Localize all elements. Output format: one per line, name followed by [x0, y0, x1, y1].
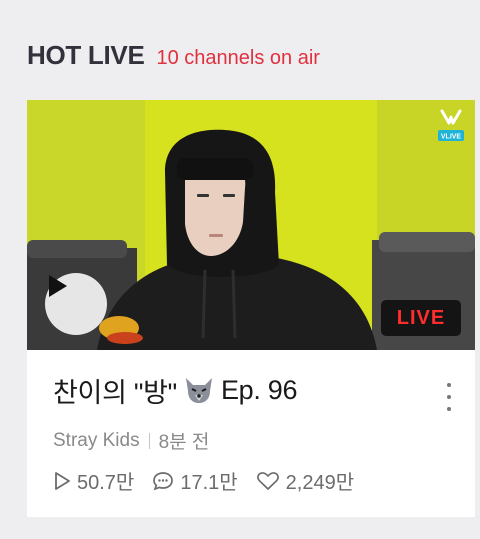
- section-title: HOT LIVE: [27, 40, 145, 70]
- comment-count: 17.1만: [152, 466, 238, 495]
- video-title-suffix: Ep. 96: [220, 374, 298, 405]
- comment-count-value: 17.1만: [180, 472, 238, 494]
- more-dot-icon: [447, 395, 451, 399]
- more-dot-icon: [447, 383, 451, 387]
- play-count: 50.7만: [53, 466, 134, 495]
- video-title[interactable]: 찬이의 "방" Ep. 96: [53, 370, 453, 410]
- play-button[interactable]: [45, 273, 107, 335]
- meta-divider: [148, 432, 150, 449]
- channels-on-air-count[interactable]: 10 channels on air: [157, 47, 320, 70]
- live-badge: LIVE: [381, 300, 461, 336]
- time-ago: 8분 전: [158, 432, 210, 453]
- more-dot-icon: [447, 407, 451, 411]
- channel-name[interactable]: Stray Kids: [53, 430, 140, 452]
- video-stats: 50.7만 17.1만 2,249만: [53, 466, 372, 495]
- section-header: HOT LIVE 10 channels on air: [27, 40, 320, 74]
- comment-icon: [153, 471, 174, 490]
- video-thumbnail[interactable]: VLIVE LIVE: [27, 100, 475, 350]
- video-title-prefix: 찬이의 "방": [53, 377, 177, 408]
- like-count: 2,249만: [256, 466, 354, 495]
- play-count-value: 50.7만: [77, 472, 135, 494]
- live-video-card[interactable]: VLIVE LIVE 찬이의 "방" Ep. 96 Stray Kids 8분 …: [27, 100, 475, 517]
- wolf-emoji-icon: [183, 375, 215, 405]
- svg-text:VLIVE: VLIVE: [441, 134, 462, 141]
- play-icon: [49, 275, 67, 297]
- vlive-logo: VLIVE: [436, 107, 466, 143]
- play-outline-icon: [55, 471, 70, 490]
- video-meta: Stray Kids 8분 전: [53, 427, 209, 454]
- more-options-button[interactable]: [443, 383, 455, 411]
- video-info: 찬이의 "방" Ep. 96: [53, 370, 453, 410]
- like-count-value: 2,249만: [285, 472, 355, 494]
- heart-outline-icon: [256, 471, 279, 490]
